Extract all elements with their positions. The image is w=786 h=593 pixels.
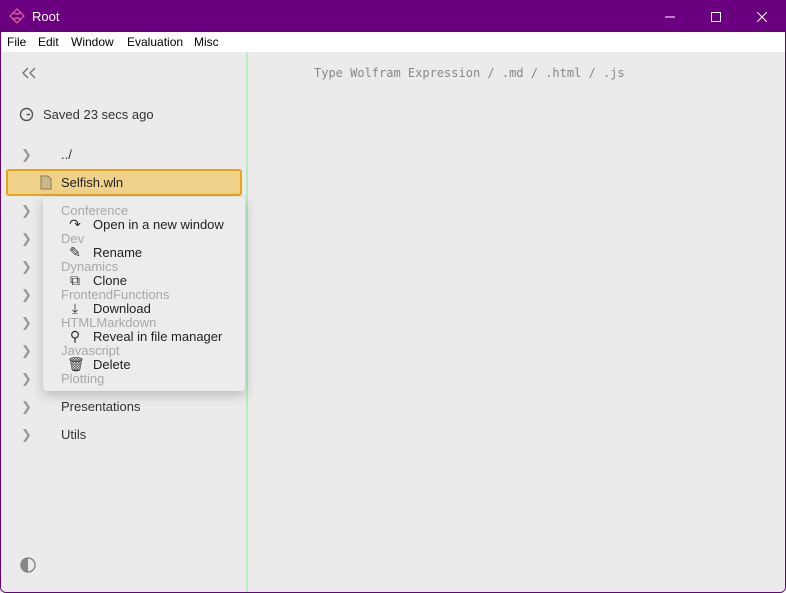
app-window: Root File Edit Window Evaluation Misc Sa…	[0, 0, 786, 593]
download-icon: ⤓	[71, 300, 79, 316]
context-menu: ↷ Open in a new window ✎ Rename ⧉ Clone ⤓ Do…	[43, 197, 245, 391]
menu-item-clone[interactable]: ⧉ Clone	[43, 267, 245, 295]
folder-item[interactable]: ❯ Presentations	[1, 393, 246, 421]
edit-icon: ✎	[69, 244, 81, 260]
menu-item-rename[interactable]: ✎ Rename	[43, 239, 245, 267]
maximize-icon	[711, 11, 721, 22]
clock-icon	[19, 107, 34, 122]
chevron-right-icon: ❯	[21, 427, 32, 442]
menu-edit[interactable]: Edit	[38, 35, 59, 49]
menu-item-open-new-window[interactable]: ↷ Open in a new window	[43, 211, 245, 239]
selected-file-item[interactable]: Selfish.wln	[6, 169, 242, 196]
folder-item[interactable]: ❯ Utils	[1, 421, 246, 449]
menu-evaluation[interactable]: Evaluation	[127, 35, 183, 49]
minimize-button[interactable]	[647, 1, 693, 32]
close-icon	[757, 11, 767, 22]
chevron-right-icon: ❯	[21, 203, 32, 218]
trash-icon: 🗑	[67, 356, 85, 372]
collapse-sidebar-icon[interactable]	[21, 66, 37, 80]
menu-file[interactable]: File	[7, 35, 26, 49]
menu-item-delete[interactable]: 🗑 Delete	[43, 351, 245, 379]
menu-bar: File Edit Window Evaluation Misc	[1, 32, 785, 52]
parent-dir-item[interactable]: ❯ ../	[1, 141, 246, 169]
chevron-right-icon: ❯	[21, 315, 32, 330]
search-icon: ⚲	[69, 328, 81, 344]
arrow-forward-icon: ↷	[69, 216, 81, 232]
menu-misc[interactable]: Misc	[194, 35, 219, 49]
chevron-right-icon: ❯	[21, 231, 32, 246]
editor-area[interactable]: Type Wolfram Expression / .md / .html / …	[248, 52, 785, 592]
editor-placeholder: Type Wolfram Expression / .md / .html / …	[314, 66, 625, 80]
theme-toggle-icon[interactable]	[20, 557, 36, 573]
chevron-right-icon: ❯	[21, 259, 32, 274]
minimize-icon	[665, 16, 675, 17]
menu-item-download[interactable]: ⤓ Download	[43, 295, 245, 323]
save-status: Saved 23 secs ago	[43, 107, 154, 122]
chevron-right-icon: ❯	[21, 147, 32, 162]
copy-icon: ⧉	[70, 272, 80, 288]
menu-window[interactable]: Window	[71, 35, 114, 49]
chevron-right-icon: ❯	[21, 371, 32, 386]
chevron-right-icon: ❯	[21, 399, 32, 414]
file-icon	[40, 175, 52, 190]
window-title: Root	[32, 9, 60, 24]
close-button[interactable]	[739, 1, 785, 32]
chevron-right-icon: ❯	[21, 343, 32, 358]
title-bar: Root	[1, 1, 785, 32]
maximize-button[interactable]	[693, 1, 739, 32]
sidebar: Saved 23 secs ago ❯ ../ Selfish.wln ❯ Conf…	[1, 52, 246, 592]
app-logo-icon	[9, 8, 25, 24]
chevron-right-icon: ❯	[21, 287, 32, 302]
menu-item-reveal[interactable]: ⚲ Reveal in file manager	[43, 323, 245, 351]
